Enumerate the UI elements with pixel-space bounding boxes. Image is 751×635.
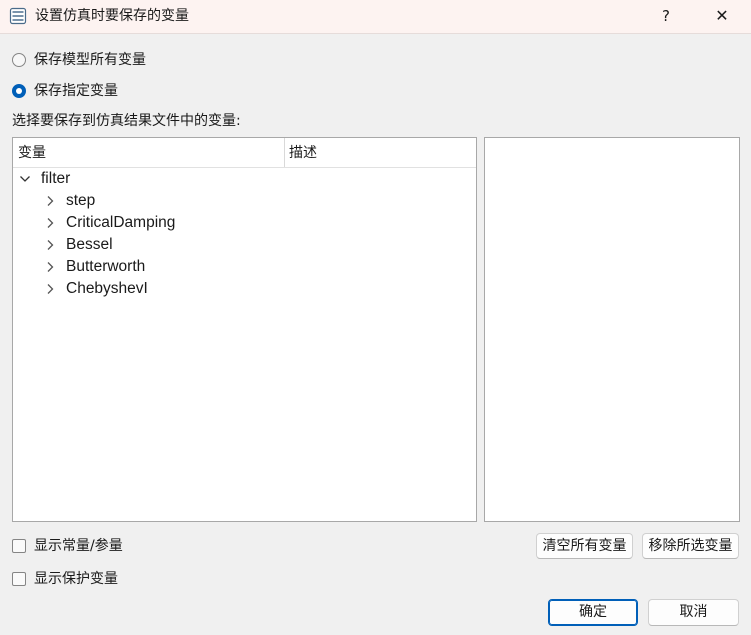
close-button[interactable]: ✕: [702, 1, 742, 31]
chevron-right-icon[interactable]: [43, 238, 57, 252]
column-separator[interactable]: [284, 138, 285, 167]
chevron-right-icon[interactable]: [43, 260, 57, 274]
tree-item-label: CriticalDamping: [66, 214, 176, 231]
column-header-description[interactable]: 描述: [289, 143, 317, 163]
selected-variables-list[interactable]: [484, 137, 740, 522]
title-bar: 设置仿真时要保存的变量 ? ✕: [0, 0, 751, 34]
tree-item-filter[interactable]: filter: [18, 168, 70, 190]
tree-item-criticaldamping[interactable]: CriticalDamping: [43, 212, 175, 234]
column-header-variable[interactable]: 变量: [18, 143, 46, 163]
ok-button[interactable]: 确定: [548, 599, 638, 626]
radio-indicator[interactable]: [12, 53, 26, 67]
show-protected-label: 显示保护变量: [34, 571, 118, 587]
tree-header: 变量 描述: [13, 138, 476, 168]
variable-tree[interactable]: 变量 描述 filter step CriticalDamping Bessel…: [12, 137, 477, 522]
help-button[interactable]: ?: [648, 1, 684, 31]
save-all-variables-label: 保存模型所有变量: [34, 52, 146, 68]
chevron-right-icon[interactable]: [43, 194, 57, 208]
radio-indicator-checked[interactable]: [12, 84, 26, 98]
save-specified-variables-label: 保存指定变量: [34, 83, 118, 99]
tree-item-label: step: [66, 192, 96, 209]
window-title: 设置仿真时要保存的变量: [35, 8, 189, 24]
show-protected-checkbox[interactable]: 显示保护变量: [12, 569, 118, 589]
tree-item-bessel[interactable]: Bessel: [43, 234, 113, 256]
tree-item-label: Butterworth: [66, 258, 146, 275]
cancel-button[interactable]: 取消: [648, 599, 739, 626]
save-specified-variables-radio[interactable]: 保存指定变量: [12, 81, 118, 101]
tree-item-chebyshevi[interactable]: ChebyshevI: [43, 278, 148, 300]
tree-item-step[interactable]: step: [43, 190, 95, 212]
dialog-icon: [9, 7, 27, 25]
tree-item-label: Bessel: [66, 236, 113, 253]
checkbox-indicator[interactable]: [12, 572, 26, 586]
chevron-right-icon[interactable]: [43, 216, 57, 230]
remove-selected-button[interactable]: 移除所选变量: [642, 533, 739, 559]
section-label: 选择要保存到仿真结果文件中的变量:: [12, 113, 241, 129]
chevron-down-icon[interactable]: [18, 172, 32, 186]
show-constants-label: 显示常量/参量: [34, 538, 123, 554]
tree-item-label: filter: [41, 170, 71, 187]
tree-item-butterworth[interactable]: Butterworth: [43, 256, 145, 278]
chevron-right-icon[interactable]: [43, 282, 57, 296]
checkbox-indicator[interactable]: [12, 539, 26, 553]
tree-item-label: ChebyshevI: [66, 280, 148, 297]
show-constants-checkbox[interactable]: 显示常量/参量: [12, 536, 123, 556]
save-all-variables-radio[interactable]: 保存模型所有变量: [12, 50, 146, 70]
clear-all-button[interactable]: 清空所有变量: [536, 533, 633, 559]
